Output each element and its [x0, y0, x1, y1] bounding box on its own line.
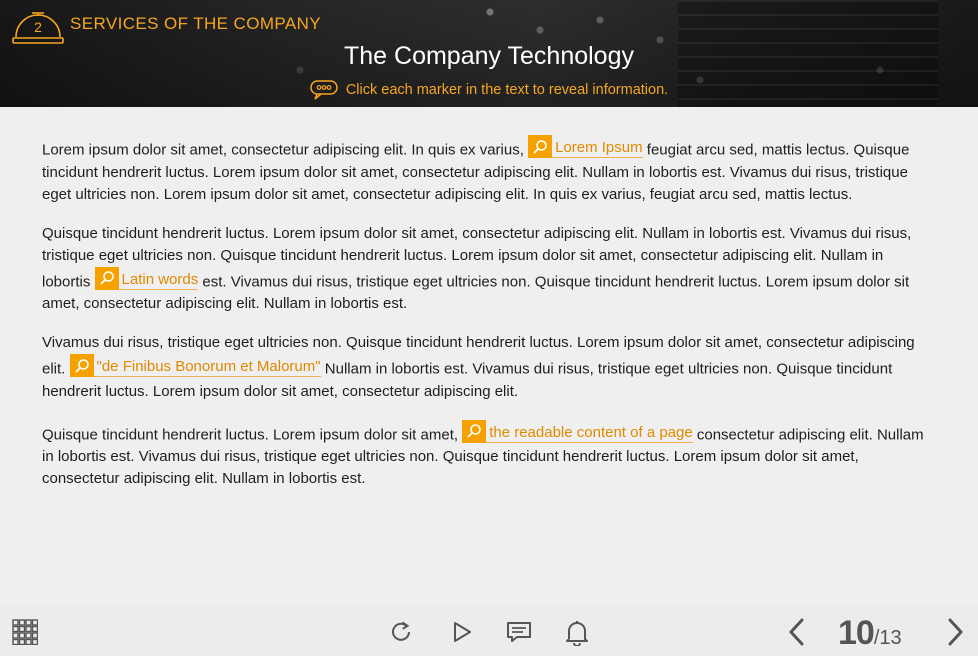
page-title: The Company Technology [344, 42, 634, 70]
comments-icon[interactable] [505, 618, 533, 646]
marker-label: "de Finibus Bonorum et Malorum" [96, 358, 321, 375]
header-banner: 2 SERVICES OF THE COMPANY The Company Te… [0, 0, 978, 107]
notification-bell-icon[interactable] [563, 617, 591, 647]
section-number: 2 [34, 19, 42, 35]
marker-readable-content[interactable]: the readable content of a page [462, 419, 693, 443]
magnifier-icon [94, 266, 119, 290]
play-icon[interactable] [448, 618, 476, 646]
marker-de-finibus[interactable]: "de Finibus Bonorum et Malorum" [69, 354, 321, 377]
marker-lorem-ipsum[interactable]: Lorem Ipsum [528, 135, 643, 158]
marker-label: Latin words [121, 270, 199, 288]
next-arrow-icon[interactable] [942, 616, 968, 648]
marker-label: the readable content of a page [489, 423, 693, 441]
text-content: Lorem ipsum dolor sit amet, consectetur … [42, 135, 934, 507]
magnifier-icon [69, 354, 94, 377]
section-title: SERVICES OF THE COMPANY [70, 14, 322, 33]
service-bell-icon: 2 [12, 12, 64, 44]
replay-icon[interactable] [387, 618, 415, 646]
speech-bubble-icon [310, 80, 338, 100]
marker-label: Lorem Ipsum [555, 139, 643, 156]
bottom-toolbar: 10 /13 [0, 606, 978, 656]
paragraph-2: Quisque tincidunt hendrerit luctus. Lore… [42, 223, 934, 316]
paragraph-text: Quisque tincidunt hendrerit luctus. Lore… [42, 426, 459, 443]
instruction-hint: Click each marker in the text to reveal … [0, 80, 978, 100]
magnifier-icon [528, 135, 553, 158]
paragraph-text: Lorem ipsum dolor sit amet, consectetur … [42, 141, 524, 159]
paragraph-4: Quisque tincidunt hendrerit luctus. Lore… [42, 419, 934, 491]
paragraph-1: Lorem ipsum dolor sit amet, consectetur … [42, 135, 934, 206]
grid-menu-icon[interactable] [12, 619, 38, 645]
current-page: 10 [838, 614, 875, 652]
hint-text: Click each marker in the text to reveal … [345, 82, 669, 98]
total-pages: /13 [873, 627, 902, 649]
paragraph-3: Vivamus dui risus, tristique eget ultric… [42, 332, 934, 403]
page-counter: 10 /13 [838, 614, 902, 652]
magnifier-icon [462, 419, 487, 443]
marker-latin-words[interactable]: Latin words [94, 266, 199, 290]
prev-arrow-icon[interactable] [784, 616, 810, 648]
